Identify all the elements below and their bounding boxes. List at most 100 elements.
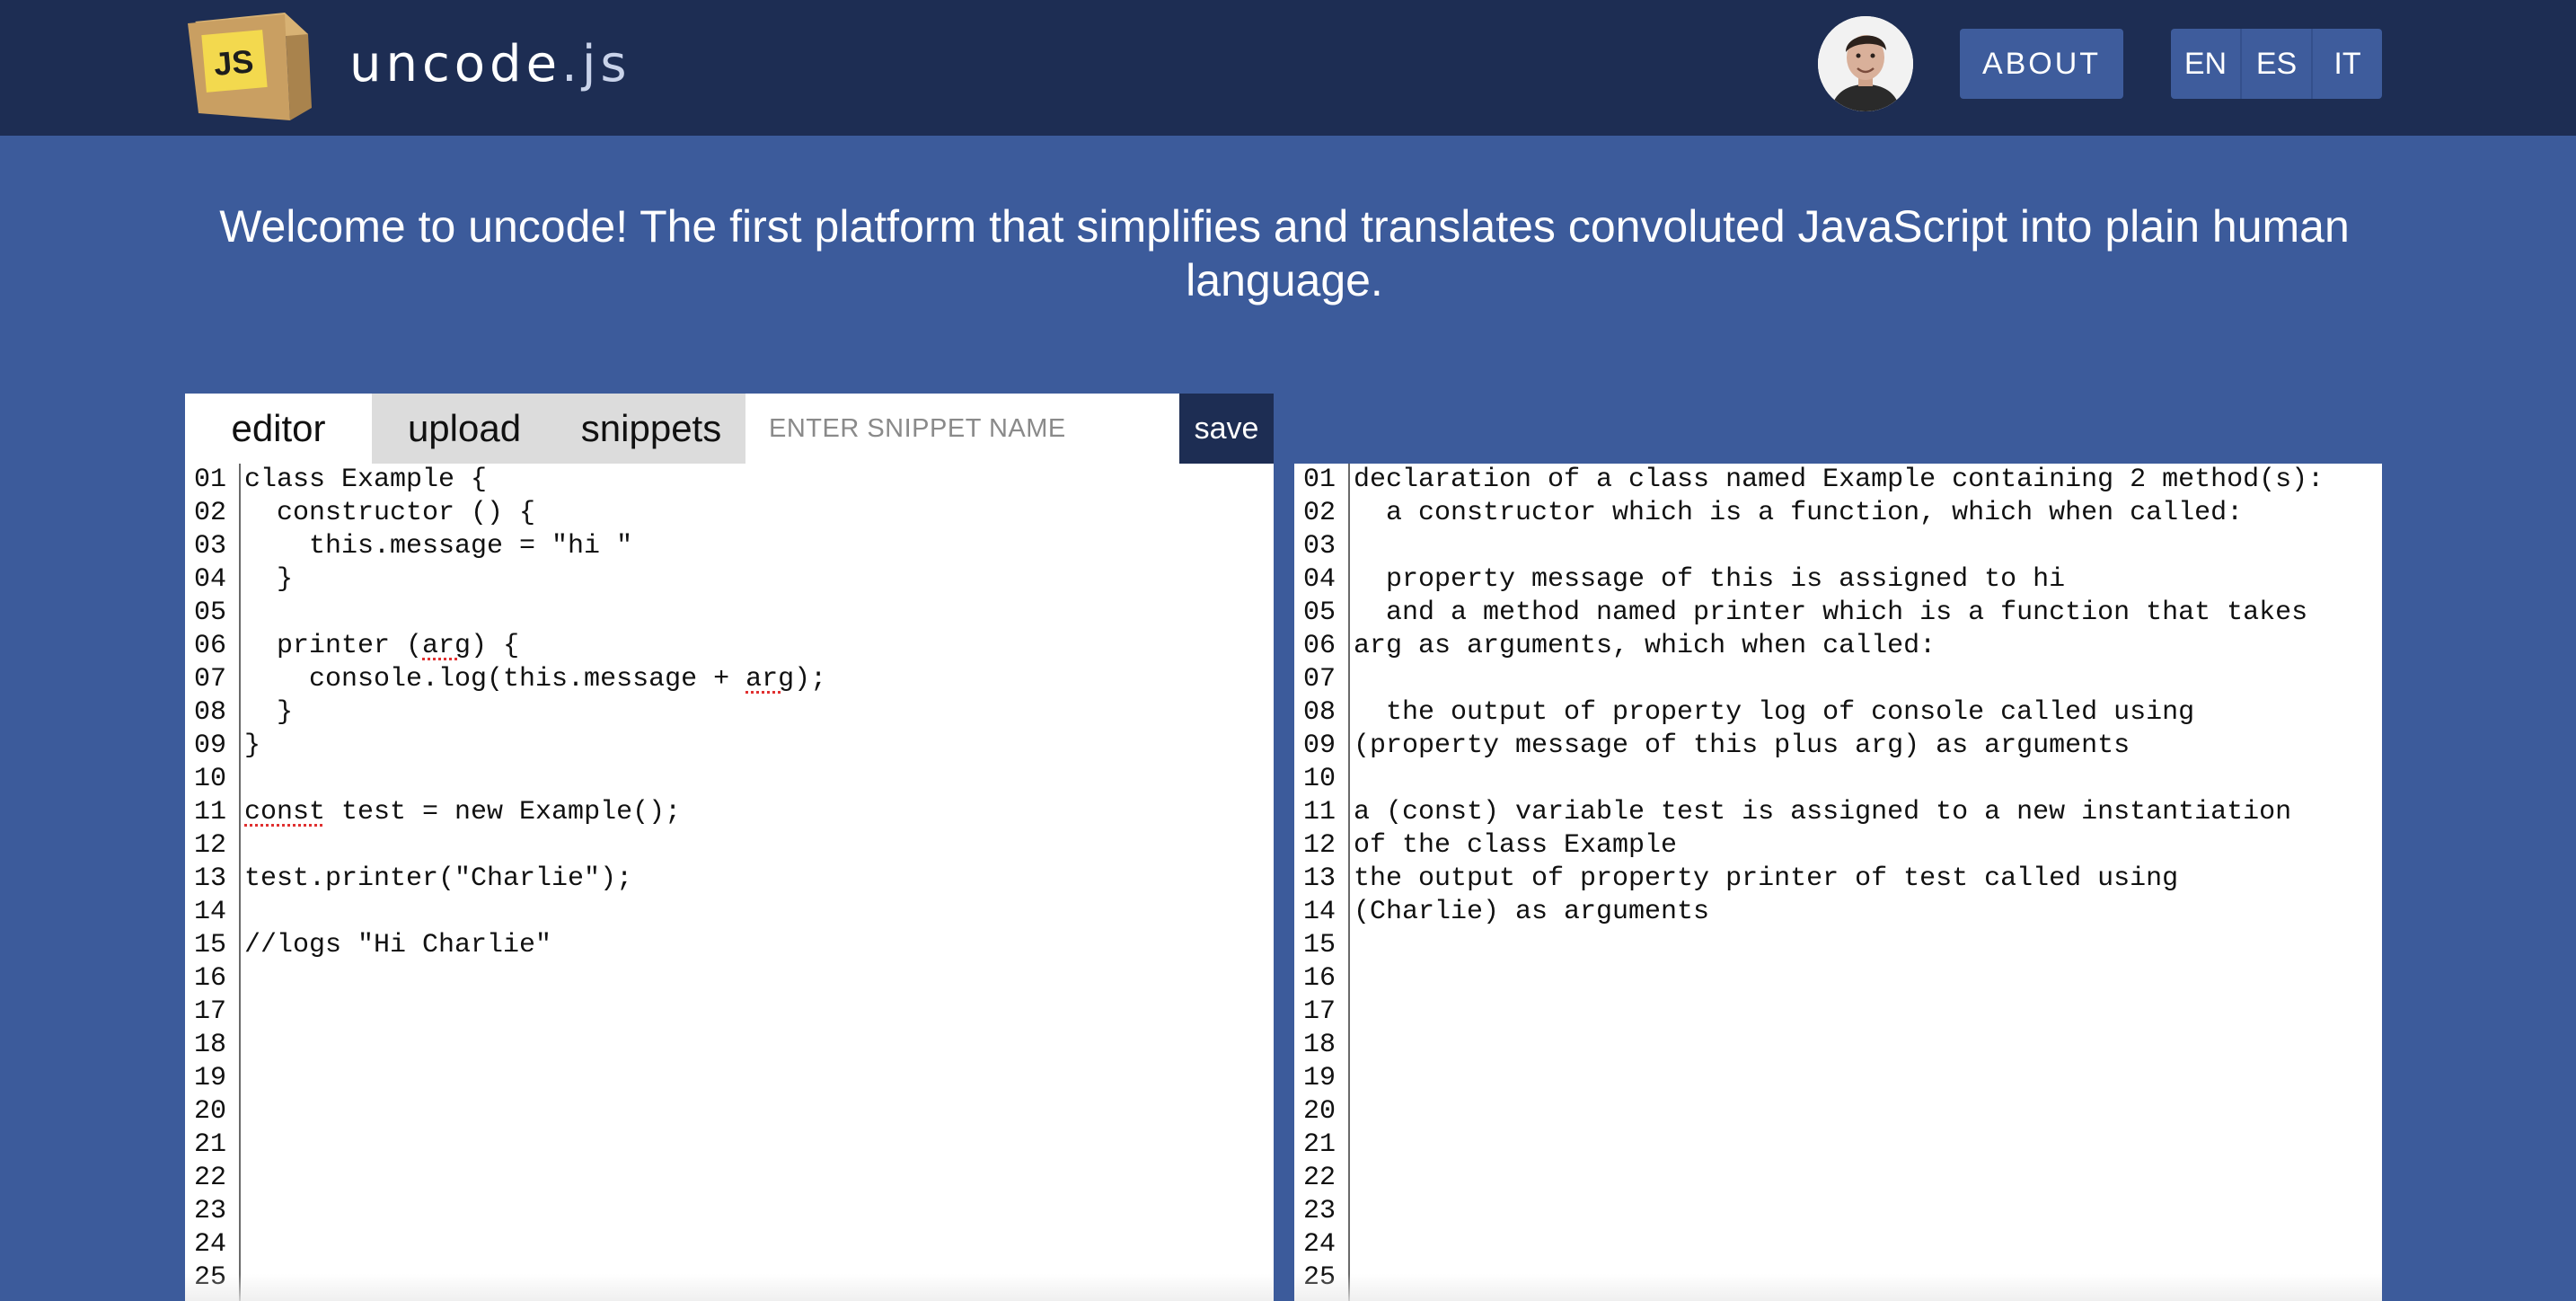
line-number: 18 (194, 1030, 227, 1060)
output-line: declaration of a class named Example con… (1354, 465, 2325, 495)
about-button[interactable]: ABOUT (1960, 29, 2123, 99)
line-number: 23 (1303, 1196, 1337, 1226)
output-line: the output of property printer of test c… (1354, 863, 2179, 894)
line-number-gutter: 01 02 03 04 05 06 07 08 09 10 11 12 13 1… (185, 464, 241, 1301)
panel-bottom-fade (185, 1274, 1274, 1301)
code-editor[interactable]: 01 02 03 04 05 06 07 08 09 10 11 12 13 1… (185, 464, 1274, 1301)
logo-badge-text: JS (212, 42, 254, 83)
code-line: test.printer("Charlie"); (244, 863, 633, 894)
line-number: 22 (194, 1163, 227, 1193)
line-number: 24 (1303, 1229, 1337, 1260)
code-line: } (244, 697, 294, 728)
line-number: 18 (1303, 1030, 1337, 1060)
line-number: 16 (1303, 963, 1337, 994)
spellcheck-token: arg (422, 631, 472, 661)
line-number: 05 (1303, 597, 1337, 628)
output-line: (property message of this plus arg) as a… (1354, 730, 2130, 761)
line-number: 03 (194, 531, 227, 562)
code-line: constructor () { (244, 498, 536, 528)
spellcheck-token: arg (745, 664, 795, 695)
save-button[interactable]: save (1179, 394, 1274, 464)
line-number: 06 (194, 631, 227, 661)
line-number: 12 (1303, 830, 1337, 861)
line-number: 20 (194, 1096, 227, 1127)
panel-bottom-fade (1294, 1274, 2382, 1301)
output-line: a (const) variable test is assigned to a… (1354, 797, 2292, 828)
output-line: property message of this is assigned to … (1354, 564, 2066, 595)
output-line: (Charlie) as arguments (1354, 897, 1710, 927)
line-number: 08 (1303, 697, 1337, 728)
code-line: } (244, 564, 294, 595)
line-number: 19 (1303, 1063, 1337, 1093)
user-avatar[interactable] (1818, 16, 1913, 111)
code-line: class Example { (244, 465, 488, 495)
line-number: 15 (1303, 930, 1337, 960)
code-token: ) { (471, 631, 520, 661)
line-number: 09 (1303, 730, 1337, 761)
welcome-line-1: Welcome to uncode! The first platform th… (219, 201, 2350, 252)
line-number: 05 (194, 597, 227, 628)
snippet-name-input[interactable] (745, 394, 1179, 464)
output-line: and a method named printer which is a fu… (1354, 597, 2308, 628)
output-line: of the class Example (1354, 830, 1678, 861)
code-line: //logs "Hi Charlie" (244, 930, 552, 960)
line-number: 09 (194, 730, 227, 761)
tab-editor[interactable]: editor (185, 394, 372, 464)
line-number: 12 (194, 830, 227, 861)
line-number: 06 (1303, 631, 1337, 661)
line-number: 11 (194, 797, 227, 828)
line-number: 13 (1303, 863, 1337, 894)
language-it-button[interactable]: IT (2313, 29, 2382, 99)
language-en-button[interactable]: EN (2171, 29, 2242, 99)
output-line: arg as arguments, which when called: (1354, 631, 1936, 661)
line-number: 07 (194, 664, 227, 695)
line-number: 13 (194, 863, 227, 894)
line-number: 03 (1303, 531, 1337, 562)
translation-output: 01 02 03 04 05 06 07 08 09 10 11 12 13 1… (1294, 464, 2382, 1301)
code-token: printer ( (244, 631, 423, 661)
line-number: 04 (1303, 564, 1337, 595)
line-number: 14 (1303, 897, 1337, 927)
line-number: 17 (1303, 996, 1337, 1027)
code-line: } (244, 730, 261, 761)
tab-upload[interactable]: upload (372, 394, 557, 464)
line-number: 10 (1303, 764, 1337, 794)
line-number: 17 (194, 996, 227, 1027)
language-es-button[interactable]: ES (2242, 29, 2313, 99)
code-token: console.log(this.message + (244, 664, 746, 695)
code-line: const test = new Example(); (244, 796, 681, 829)
code-line: printer (arg) { (244, 630, 519, 663)
language-switcher: EN ES IT (2171, 29, 2382, 99)
line-number: 01 (194, 465, 227, 495)
line-number: 21 (194, 1129, 227, 1160)
line-number: 19 (194, 1063, 227, 1093)
line-number: 01 (1303, 465, 1337, 495)
line-number: 22 (1303, 1163, 1337, 1193)
code-token: ); (794, 664, 827, 695)
line-number: 24 (194, 1229, 227, 1260)
spellcheck-token: const (244, 797, 326, 828)
code-line: this.message = "hi " (244, 531, 633, 562)
tab-snippets[interactable]: snippets (557, 394, 745, 464)
line-number: 20 (1303, 1096, 1337, 1127)
top-navbar: JS uncode.js ABOUT EN ES IT (0, 0, 2576, 136)
line-number: 11 (1303, 797, 1337, 828)
line-number: 04 (194, 564, 227, 595)
code-line: console.log(this.message + arg); (244, 663, 826, 696)
js-box-logo-icon[interactable]: JS (184, 7, 317, 122)
line-number: 02 (194, 498, 227, 528)
site-logo-wordmark[interactable]: uncode.js (349, 32, 631, 97)
line-number-gutter: 01 02 03 04 05 06 07 08 09 10 11 12 13 1… (1294, 464, 1350, 1301)
logo-extension: .js (561, 35, 631, 93)
line-number: 07 (1303, 664, 1337, 695)
welcome-line-2: language. (1186, 255, 1383, 305)
output-line: a constructor which is a function, which… (1354, 498, 2244, 528)
line-number: 14 (194, 897, 227, 927)
welcome-message: Welcome to uncode! The first platform th… (207, 199, 2362, 307)
logo-name: uncode (349, 35, 562, 93)
output-line: the output of property log of console ca… (1354, 697, 2195, 728)
code-token: test = new Example(); (325, 797, 682, 828)
line-number: 16 (194, 963, 227, 994)
line-number: 21 (1303, 1129, 1337, 1160)
line-number: 15 (194, 930, 227, 960)
